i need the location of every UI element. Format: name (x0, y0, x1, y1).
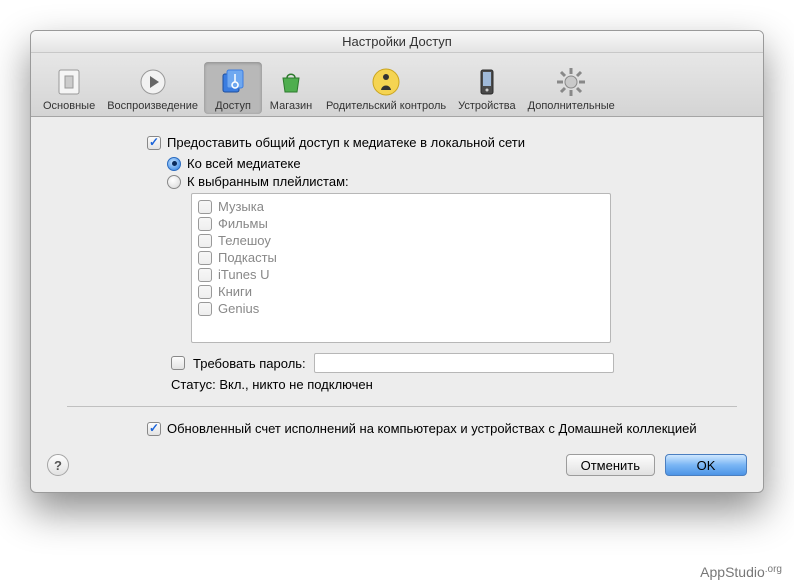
toolbar-general[interactable]: Основные (37, 62, 101, 114)
store-icon (275, 66, 307, 98)
help-button[interactable]: ? (47, 454, 69, 476)
require-password-row: Требовать пароль: (171, 353, 737, 373)
preferences-toolbar: Основные Воспроизведение Доступ Магазин (31, 53, 763, 117)
advanced-icon (555, 66, 587, 98)
playlist-checkbox[interactable] (198, 251, 212, 265)
playlist-checkbox[interactable] (198, 285, 212, 299)
toolbar-label: Воспроизведение (107, 100, 198, 112)
radio-entire-label: Ко всей медиатеке (187, 156, 301, 171)
playlist-checkbox[interactable] (198, 217, 212, 231)
toolbar-label: Основные (43, 100, 95, 112)
playlist-checkbox[interactable] (198, 268, 212, 282)
parental-icon (370, 66, 402, 98)
content-area: Предоставить общий доступ к медиатеке в … (31, 117, 763, 444)
status-row: Статус: Вкл., никто не подключен (171, 377, 737, 392)
toolbar-parental[interactable]: Родительский контроль (320, 62, 452, 114)
require-password-checkbox[interactable] (171, 356, 185, 370)
playback-icon (137, 66, 169, 98)
sharing-icon (217, 66, 249, 98)
list-item: Книги (198, 283, 604, 300)
playlist-list: Музыка Фильмы Телешоу Подкасты iTunes U … (191, 193, 611, 343)
share-library-row: Предоставить общий доступ к медиатеке в … (147, 135, 737, 150)
window-title: Настройки Доступ (31, 31, 763, 53)
share-library-label: Предоставить общий доступ к медиатеке в … (167, 135, 525, 150)
playlist-checkbox[interactable] (198, 200, 212, 214)
list-item: Genius (198, 300, 604, 317)
radio-entire-library[interactable] (167, 157, 181, 171)
home-sharing-row: Обновленный счет исполнений на компьютер… (147, 421, 737, 436)
share-library-checkbox[interactable] (147, 136, 161, 150)
toolbar-advanced[interactable]: Дополнительные (522, 62, 621, 114)
list-item: iTunes U (198, 266, 604, 283)
status-prefix: Статус: (171, 377, 219, 392)
toolbar-devices[interactable]: Устройства (452, 62, 522, 114)
home-sharing-label: Обновленный счет исполнений на компьютер… (167, 421, 697, 436)
toolbar-label: Дополнительные (528, 100, 615, 112)
ok-button[interactable]: OK (665, 454, 747, 476)
list-item: Подкасты (198, 249, 604, 266)
toolbar-label: Родительский контроль (326, 100, 446, 112)
toolbar-label: Доступ (215, 100, 251, 112)
toolbar-sharing[interactable]: Доступ (204, 62, 262, 114)
status-value: Вкл., никто не подключен (219, 377, 373, 392)
playlist-checkbox[interactable] (198, 234, 212, 248)
require-password-label: Требовать пароль: (193, 356, 306, 371)
home-sharing-checkbox[interactable] (147, 422, 161, 436)
playlist-checkbox[interactable] (198, 302, 212, 316)
toolbar-playback[interactable]: Воспроизведение (101, 62, 204, 114)
toolbar-store[interactable]: Магазин (262, 62, 320, 114)
general-icon (53, 66, 85, 98)
list-item: Фильмы (198, 215, 604, 232)
list-item: Телешоу (198, 232, 604, 249)
radio-selected-playlists[interactable] (167, 175, 181, 189)
preferences-window: Настройки Доступ Основные Воспроизведени… (30, 30, 764, 493)
divider (67, 406, 737, 407)
toolbar-label: Устройства (458, 100, 516, 112)
cancel-button[interactable]: Отменить (566, 454, 655, 476)
password-field[interactable] (314, 353, 614, 373)
toolbar-label: Магазин (270, 100, 312, 112)
footer: ? Отменить OK (31, 444, 763, 492)
radio-selected-label: К выбранным плейлистам: (187, 174, 349, 189)
devices-icon (471, 66, 503, 98)
watermark: AppStudio.org (700, 564, 782, 580)
share-scope-group: Ко всей медиатеке К выбранным плейлистам… (167, 156, 737, 189)
list-item: Музыка (198, 198, 604, 215)
